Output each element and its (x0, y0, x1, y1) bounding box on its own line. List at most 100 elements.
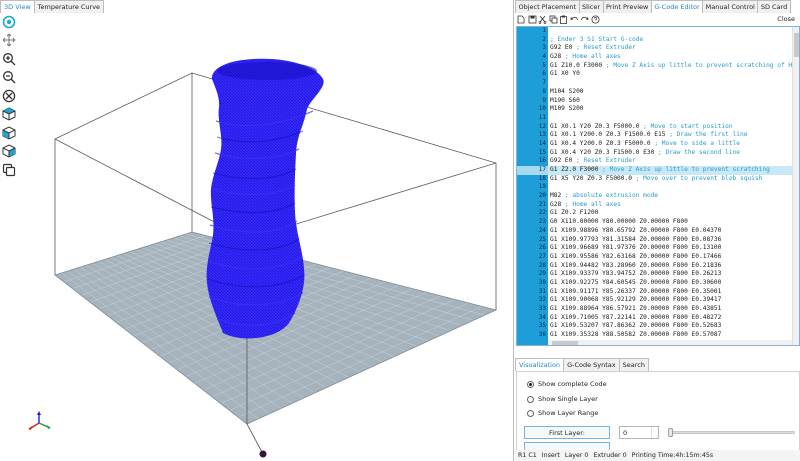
tab-temperature-curve[interactable]: Temperature Curve (33, 0, 105, 13)
cut-icon[interactable] (538, 15, 547, 24)
gcode-line[interactable]: G1 X109.98896 Y80.65792 Z0.00000 F800 E0… (548, 227, 792, 236)
radio-show-layer-range[interactable]: Show Layer Range (527, 409, 598, 417)
gcode-line[interactable]: ; Ender 3 S1 Start G-code (548, 36, 792, 45)
gcode-editor[interactable]: 1 2 3 4 5 6 7 8 9 10 11 12 13 14 15 16 17 18 19 20 21 22 23 24 2… (516, 26, 800, 346)
editor-horizontal-scrollbar[interactable] (548, 340, 792, 345)
gcode-command: G1 X109.94482 Y83.28960 Z0.00000 F800 E0… (550, 261, 722, 269)
gcode-command: G1 X0.1 Y20 Z0.3 F5000.0 (550, 122, 644, 130)
gcode-line[interactable]: M82 ; absolute extrusion mode (548, 192, 792, 201)
zoom-in-icon[interactable] (1, 51, 16, 66)
gcode-command: G1 X109.90068 Y85.92129 Z0.00000 F800 E0… (550, 296, 722, 304)
spinner-arrows-icon[interactable] (651, 427, 658, 438)
gcode-lines[interactable]: ; Ender 3 S1 Start G-code G92 E0 ; Reset … (548, 27, 792, 340)
gcode-line[interactable]: G1 X109.91171 Y85.26337 Z0.00000 F800 E0… (548, 288, 792, 297)
gcode-line[interactable]: G1 Z0.2 F1200 (548, 209, 792, 218)
zoom-out-icon[interactable] (1, 70, 16, 85)
line-number: 24 (538, 226, 546, 234)
first-layer-input[interactable]: 0 (619, 426, 659, 439)
close-editor-button[interactable]: Close (777, 15, 795, 23)
first-layer-slider[interactable] (668, 428, 795, 437)
gcode-line[interactable] (548, 183, 792, 192)
gcode-line[interactable]: G1 X0 Y0 (548, 70, 792, 79)
editor-toolbar (515, 13, 800, 26)
gcode-line[interactable]: G1 Z2.0 F3000 ; Move Z Axis up little to… (548, 166, 792, 175)
tab-search[interactable]: Search (618, 358, 649, 371)
copy-layers-icon[interactable] (1, 162, 16, 177)
3d-viewport[interactable] (17, 13, 513, 461)
tab-manual-control[interactable]: Manual Control (702, 0, 759, 13)
gcode-line[interactable]: G92 E0 ; Reset Extruder (548, 44, 792, 53)
line-number: 23 (538, 218, 546, 226)
gcode-line[interactable]: G1 X0.4 Y20 Z0.3 F1500.0 E30 ; Draw the … (548, 149, 792, 158)
redo-icon[interactable] (580, 15, 589, 24)
gcode-line[interactable]: G1 X109.95586 Y82.63168 Z0.00000 F800 E0… (548, 253, 792, 262)
editor-vertical-scrollbar[interactable] (792, 27, 799, 345)
tab-visualization[interactable]: Visualization (515, 358, 565, 371)
line-number: 25 (538, 235, 546, 243)
radio-button[interactable] (527, 395, 534, 403)
gcode-line[interactable]: M190 S60 (548, 97, 792, 106)
gcode-line[interactable] (548, 79, 792, 88)
gcode-line[interactable]: G1 X109.71005 Y87.22141 Z0.00000 F800 E0… (548, 314, 792, 323)
gcode-command: G1 X109.95586 Y82.63168 Z0.00000 F800 E0… (550, 252, 722, 260)
reset-view-icon[interactable] (1, 88, 16, 103)
gcode-line[interactable]: G1 X109.35328 Y88.50582 Z0.00000 F800 E0… (548, 331, 792, 340)
gcode-command: G1 X109.91171 Y85.26337 Z0.00000 F800 E0… (550, 287, 722, 295)
gcode-line[interactable]: G1 Z10.0 F3000 ; Move Z Axis up little t… (548, 62, 792, 71)
gcode-line[interactable]: M109 S200 (548, 105, 792, 114)
line-number: 33 (538, 305, 546, 312)
gcode-line[interactable]: G1 X109.88964 Y86.57921 Z0.00000 F800 E0… (548, 305, 792, 314)
top-view-cube-icon[interactable] (1, 107, 16, 122)
tab-gcode-editor[interactable]: G-Code Editor (650, 0, 704, 13)
gcode-line[interactable]: G1 X0.1 Y20 Z0.3 F5000.0 ; Move to start… (548, 123, 792, 132)
radio-button[interactable] (527, 409, 534, 417)
gcode-line[interactable]: G1 X109.94482 Y83.28960 Z0.00000 F800 E0… (548, 262, 792, 271)
gcode-command: G1 X109.92275 Y84.60545 Z0.00000 F800 E0… (550, 278, 722, 286)
gcode-line[interactable]: G1 X109.92275 Y84.60545 Z0.00000 F800 E0… (548, 279, 792, 288)
gcode-line[interactable]: G1 X109.96689 Y81.97376 Z0.00000 F800 E0… (548, 244, 792, 253)
help-icon[interactable] (591, 15, 600, 24)
target-icon[interactable] (1, 14, 16, 29)
gcode-line[interactable]: M104 S200 (548, 88, 792, 97)
tab-sd-card[interactable]: SD Card (757, 0, 791, 13)
gcode-command: G92 E0 (550, 157, 577, 165)
paste-icon[interactable] (559, 15, 568, 24)
gcode-line[interactable]: G1 X109.97793 Y81.31584 Z0.00000 F800 E0… (548, 236, 792, 245)
scroll-thumb[interactable] (794, 33, 799, 57)
copy-icon[interactable] (549, 15, 558, 24)
side-view-cube-icon[interactable] (1, 144, 16, 159)
gcode-command: G1 X109.88964 Y86.57921 Z0.00000 F800 E0… (550, 305, 722, 312)
tab-slicer[interactable]: Slicer (578, 0, 604, 13)
front-view-cube-icon[interactable] (1, 125, 16, 140)
radio-button[interactable] (527, 380, 534, 388)
gcode-line[interactable]: G92 E0 ; Reset Extruder (548, 157, 792, 166)
radio-show-complete-code[interactable]: Show complete Code (527, 380, 607, 388)
gcode-line[interactable]: G1 X109.93379 Y83.94752 Z0.00000 F800 E0… (548, 270, 792, 279)
undo-icon[interactable] (570, 15, 579, 24)
gcode-line[interactable]: G1 X0.4 Y200.0 Z0.3 F5000.0 ; Move to si… (548, 140, 792, 149)
gcode-line[interactable] (548, 114, 792, 123)
gcode-command: M104 S200 (550, 87, 584, 95)
gcode-command: G28 (550, 53, 565, 61)
tab-gcode-syntax[interactable]: G-Code Syntax (563, 358, 620, 371)
scroll-thumb[interactable] (552, 341, 578, 345)
gcode-line[interactable]: G1 X109.53207 Y87.86362 Z0.00000 F800 E0… (548, 322, 792, 331)
load-icon[interactable] (517, 15, 526, 24)
gcode-line[interactable]: G28 ; Home all axes (548, 53, 792, 62)
line-number: 29 (538, 270, 546, 278)
gcode-line[interactable]: G28 ; Home all axes (548, 201, 792, 210)
gcode-line[interactable]: G1 X0.1 Y200.0 Z0.3 F1500.0 E15 ; Draw t… (548, 131, 792, 140)
gcode-comment: ; Draw the first line (669, 131, 748, 139)
first-layer-button[interactable]: First Layer: (524, 426, 610, 439)
gcode-line[interactable]: G0 X110.00000 Y80.00000 Z0.00000 F800 (548, 218, 792, 227)
gcode-line[interactable]: G1 X109.90068 Y85.92129 Z0.00000 F800 E0… (548, 296, 792, 305)
tab-print-preview[interactable]: Print Preview (602, 0, 652, 13)
gcode-line[interactable]: G1 X5 Y20 Z0.3 F5000.0 ; Move over to pr… (548, 175, 792, 184)
tab-object-placement[interactable]: Object Placement (515, 0, 580, 13)
move-icon[interactable] (1, 33, 16, 48)
tab-3d-view[interactable]: 3D View (0, 0, 35, 13)
radio-show-single-layer[interactable]: Show Single Layer (527, 395, 598, 403)
save-icon[interactable] (528, 15, 537, 24)
gcode-line[interactable] (548, 27, 792, 36)
slider-thumb[interactable] (668, 428, 673, 437)
